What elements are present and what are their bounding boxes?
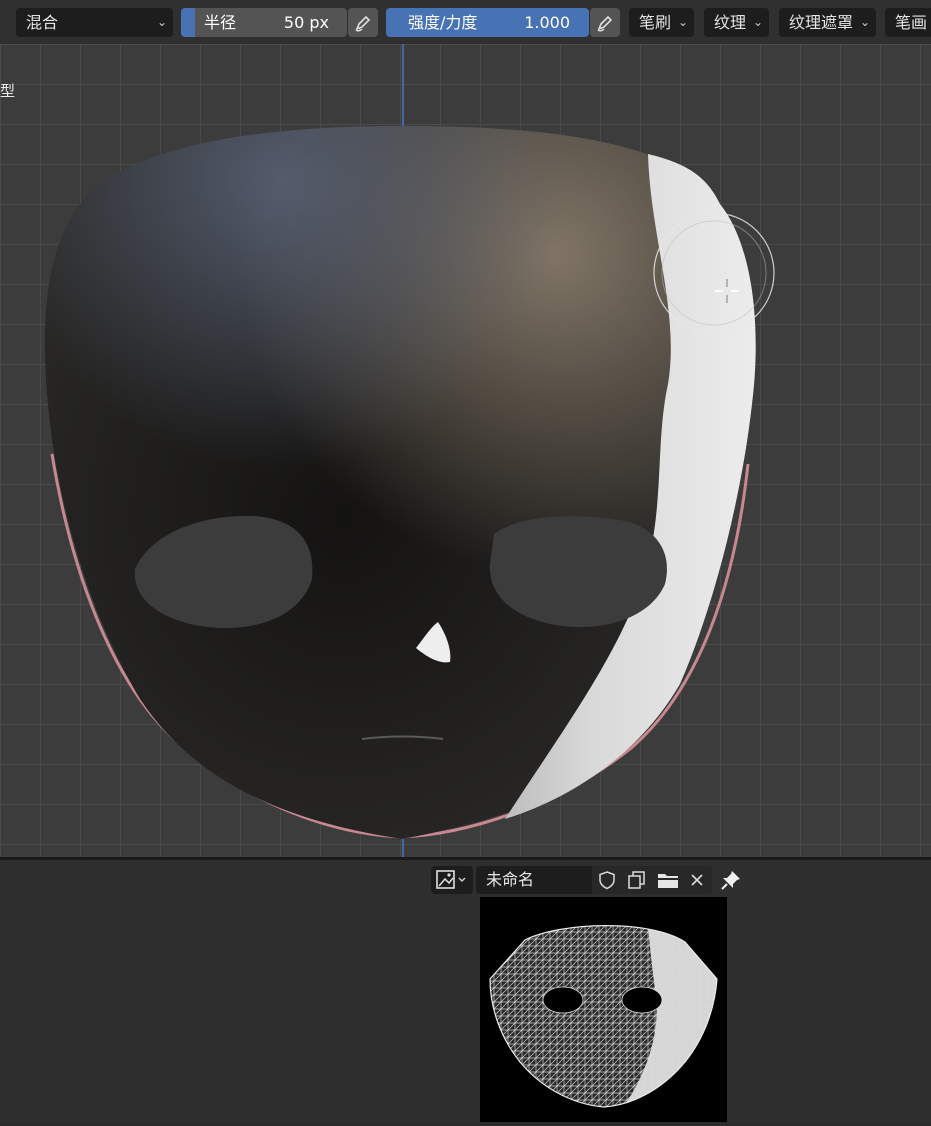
brush-menu-label: 笔刷 bbox=[639, 13, 672, 32]
pin-button[interactable] bbox=[716, 866, 746, 894]
unlink-image-button[interactable] bbox=[682, 866, 712, 894]
right-eye-hole bbox=[489, 516, 667, 628]
strength-label: 强度/力度 bbox=[408, 13, 478, 32]
pen-pressure-icon bbox=[597, 15, 613, 32]
radius-label: 半径 bbox=[204, 13, 237, 32]
image-name-field[interactable]: 未命名 bbox=[476, 866, 592, 894]
pen-pressure-icon bbox=[355, 15, 371, 32]
fake-user-shield-icon bbox=[599, 871, 615, 890]
image-editor: 未命名 bbox=[0, 860, 931, 1122]
stroke-menu-label: 笔画 bbox=[895, 13, 928, 32]
uv-texture-preview[interactable] bbox=[480, 897, 727, 1122]
face-mesh[interactable] bbox=[0, 44, 931, 858]
close-icon bbox=[691, 874, 703, 886]
strength-value: 1.000 bbox=[524, 13, 570, 32]
texture-mask-menu[interactable]: 纹理遮罩 ⌄ bbox=[779, 8, 876, 37]
strength-slider[interactable]: 强度/力度 1.000 bbox=[386, 8, 589, 37]
radius-slider[interactable]: 半径 50 px bbox=[181, 8, 347, 37]
radius-value: 50 px bbox=[283, 13, 329, 32]
duplicate-icon bbox=[628, 871, 645, 889]
image-name-text: 未命名 bbox=[486, 870, 535, 889]
brush-menu[interactable]: 笔刷 ⌄ bbox=[629, 8, 694, 37]
open-folder-icon bbox=[658, 874, 678, 888]
new-image-button[interactable] bbox=[622, 866, 652, 894]
image-type-icon bbox=[436, 870, 466, 889]
chevron-down-icon: ⌄ bbox=[677, 15, 688, 29]
open-image-button[interactable] bbox=[652, 866, 682, 894]
fake-user-button[interactable] bbox=[592, 866, 622, 894]
uv-wireframe bbox=[489, 925, 718, 1108]
chevron-down-icon: ⌄ bbox=[156, 15, 167, 29]
stroke-menu[interactable]: 笔画 bbox=[885, 8, 931, 37]
blend-mode-dropdown[interactable]: 混合 ⌄ bbox=[16, 8, 173, 37]
blend-mode-label: 混合 bbox=[26, 13, 59, 32]
chevron-down-icon: ⌄ bbox=[752, 15, 763, 29]
texture-menu[interactable]: 纹理 ⌄ bbox=[704, 8, 769, 37]
texture-menu-label: 纹理 bbox=[714, 13, 747, 32]
3d-viewport[interactable]: 型 bbox=[0, 44, 931, 858]
radius-pressure-button[interactable] bbox=[348, 8, 378, 37]
chevron-down-icon: ⌄ bbox=[859, 15, 870, 29]
tool-header: 混合 ⌄ 半径 50 px 强度/力度 1.000 笔刷 ⌄ 纹理 ⌄ 纹理遮罩… bbox=[0, 0, 931, 45]
strength-pressure-button[interactable] bbox=[590, 8, 620, 37]
texture-mask-menu-label: 纹理遮罩 bbox=[789, 13, 854, 32]
pin-icon bbox=[721, 871, 740, 890]
image-type-dropdown[interactable] bbox=[431, 866, 473, 894]
